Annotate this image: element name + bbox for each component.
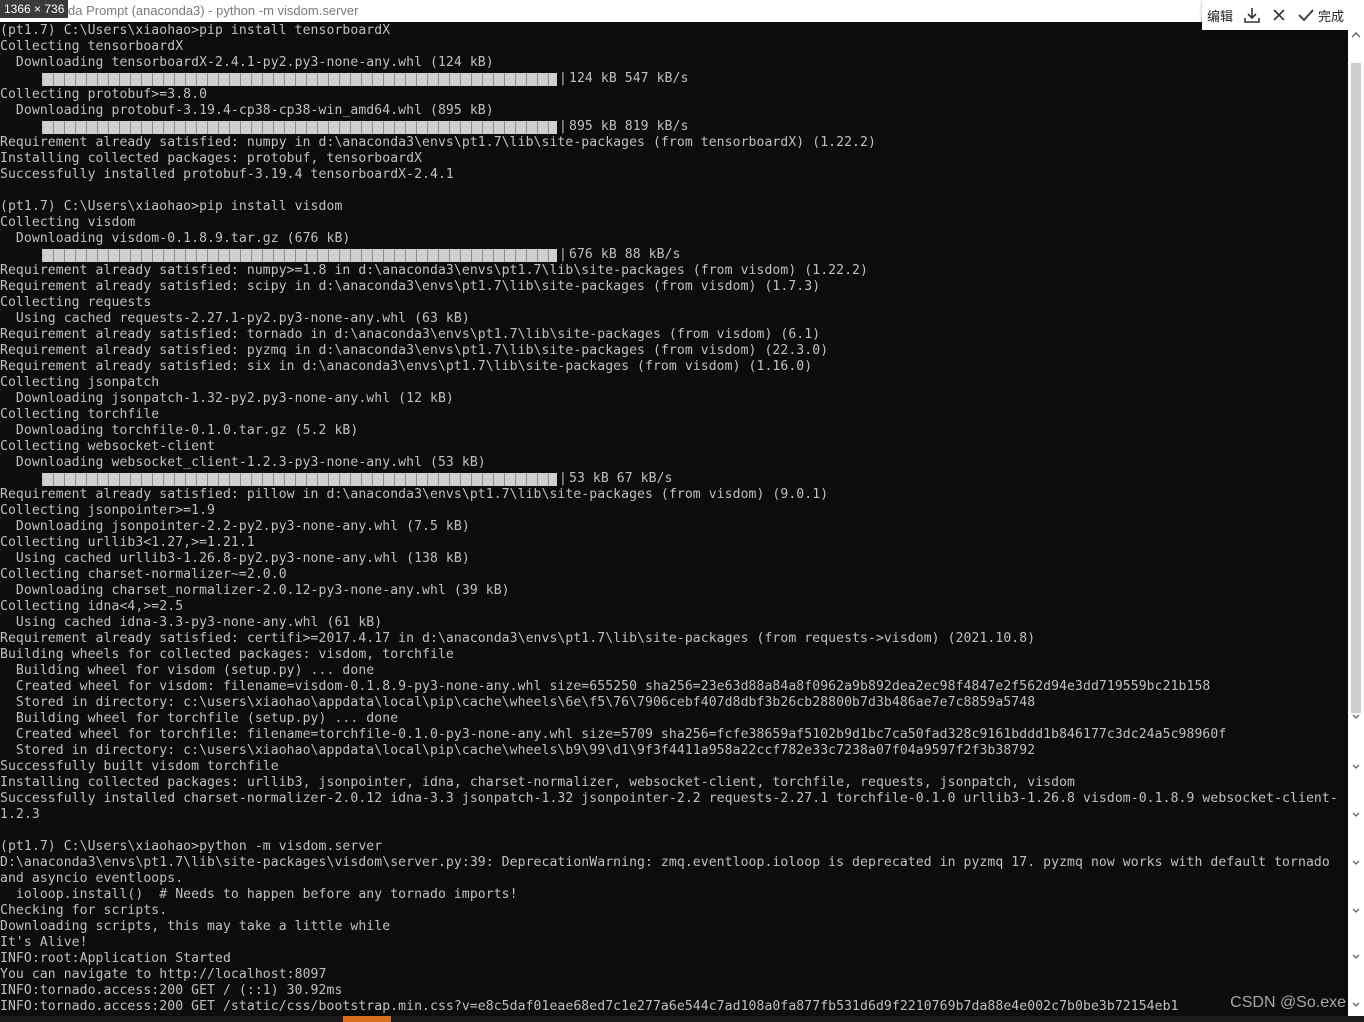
console-line: (pt1.7) C:\Users\xiaohao>pip install ten… [0, 23, 391, 38]
console-line: Requirement already satisfied: pillow in… [0, 487, 829, 502]
console-line: Downloading tensorboardX-2.4.1-py2.py3-n… [0, 55, 494, 70]
scroll-up-button[interactable] [1348, 23, 1364, 39]
progress-line: | 895 kB 819 kB/s [0, 119, 1348, 135]
console-line: Downloading visdom-0.1.8.9.tar.gz (676 k… [0, 231, 351, 246]
download-icon [1244, 8, 1260, 23]
window-title: da Prompt (anaconda3) - python -m visdom… [68, 3, 359, 18]
console-line: Using cached urllib3-1.26.8-py2.py3-none… [0, 551, 470, 566]
console-line: Stored in directory: c:\users\xiaohao\ap… [0, 695, 1036, 710]
progress-line: | 124 kB 547 kB/s [0, 71, 1348, 87]
chevron-up-icon [1351, 32, 1361, 38]
console-line: Collecting requests [0, 295, 152, 310]
console-line: You can navigate to http://localhost:809… [0, 967, 327, 982]
console-line: Collecting urllib3<1.27,>=1.21.1 [0, 535, 255, 550]
console-line: Installing collected packages: urllib3, … [0, 775, 1076, 790]
console-line: Collecting jsonpatch [0, 375, 160, 390]
chevron-down-icon [1352, 764, 1360, 769]
console-line: Collecting websocket-client [0, 439, 216, 454]
console-line: 1.2.3 [0, 807, 40, 822]
console-line: Successfully built visdom torchfile [0, 759, 279, 774]
console-line: Using cached idna-3.3-py3-none-any.whl (… [0, 615, 383, 630]
console-line: ioloop.install() # Needs to happen befor… [0, 887, 518, 902]
progress-bar [42, 248, 557, 262]
progress-bar [42, 72, 557, 86]
progress-stats: 676 kB 88 kB/s [569, 247, 681, 262]
console-line: Requirement already satisfied: scipy in … [0, 279, 821, 294]
chevron-down-icon [1352, 812, 1360, 817]
chevron-down-icon [1352, 954, 1360, 959]
done-label: 完成 [1318, 8, 1345, 24]
console-line: Successfully installed charset-normalize… [0, 791, 1338, 806]
vertical-scrollbar[interactable] [1348, 23, 1364, 1022]
console-line: Downloading jsonpatch-1.32-py2.py3-none-… [0, 391, 454, 406]
console-line: Collecting charset-normalizer~=2.0.0 [0, 567, 287, 582]
console-line: Stored in directory: c:\users\xiaohao\ap… [0, 743, 1036, 758]
console-line: Building wheels for collected packages: … [0, 647, 454, 662]
chevron-down-icon [1352, 860, 1360, 865]
progress-stats: 895 kB 819 kB/s [569, 119, 689, 134]
scroll-down-icon[interactable] [1352, 1001, 1360, 1009]
console-output[interactable]: (pt1.7) C:\Users\xiaohao>pip install ten… [0, 23, 1348, 1022]
checkmark-icon [1298, 9, 1314, 22]
scroll-thumb[interactable] [1351, 63, 1361, 713]
close-icon [1273, 9, 1285, 21]
console-line: Checking for scripts. [0, 903, 168, 918]
progress-bar-end: | [559, 71, 567, 86]
console-line: INFO:root:Application Started [0, 951, 231, 966]
progress-stats: 124 kB 547 kB/s [569, 71, 689, 86]
progress-bar-end: | [559, 247, 567, 262]
console-line: Downloading jsonpointer-2.2-py2.py3-none… [0, 519, 470, 534]
console-line: and asyncio eventloops. [0, 871, 184, 886]
progress-line: | 53 kB 67 kB/s [0, 471, 1348, 487]
console-line: (pt1.7) C:\Users\xiaohao>pip install vis… [0, 199, 343, 214]
taskbar-active-indicator [343, 1016, 391, 1022]
console-line: Requirement already satisfied: six in d:… [0, 359, 813, 374]
console-line: INFO:tornado.access:200 GET /static/css/… [0, 999, 1179, 1014]
console-line: D:\anaconda3\envs\pt1.7\lib\site-package… [0, 855, 1330, 870]
console-line: Requirement already satisfied: numpy in … [0, 135, 876, 150]
progress-stats: 53 kB 67 kB/s [569, 471, 673, 486]
chevron-down-icon [1352, 714, 1360, 719]
console-line: Downloading protobuf-3.19.4-cp38-cp38-wi… [0, 103, 494, 118]
edit-label: 编辑 [1207, 8, 1234, 24]
console-line: Collecting torchfile [0, 407, 160, 422]
console-line: Created wheel for visdom: filename=visdo… [0, 679, 1211, 694]
console-line: It's Alive! [0, 935, 88, 950]
progress-bar-end: | [559, 119, 567, 134]
console-line: Collecting idna<4,>=2.5 [0, 599, 184, 614]
progress-bar [42, 472, 557, 486]
progress-bar-end: | [559, 471, 567, 486]
taskbar-strip [0, 1016, 1364, 1022]
console-line: Downloading scripts, this may take a lit… [0, 919, 391, 934]
console-line: Created wheel for torchfile: filename=to… [0, 727, 1227, 742]
progress-bar [42, 120, 557, 134]
console-line: Successfully installed protobuf-3.19.4 t… [0, 167, 454, 182]
chevron-down-icon [1352, 908, 1360, 913]
console-line: Downloading charset_normalizer-2.0.12-py… [0, 583, 510, 598]
console-line: Using cached requests-2.27.1-py2.py3-non… [0, 311, 470, 326]
console-line: (pt1.7) C:\Users\xiaohao>python -m visdo… [0, 839, 383, 854]
console-line: Installing collected packages: protobuf,… [0, 151, 423, 166]
console-line: Collecting tensorboardX [0, 39, 184, 54]
watermark: CSDN @So.exe [1230, 994, 1346, 1011]
console-line: Requirement already satisfied: numpy>=1.… [0, 263, 868, 278]
window-titlebar: da Prompt (anaconda3) - python -m visdom… [0, 0, 1364, 22]
screenshot-size-badge: 1366 × 736 [0, 0, 69, 18]
console-line: Requirement already satisfied: pyzmq in … [0, 343, 829, 358]
console-line: Downloading websocket_client-1.2.3-py3-n… [0, 455, 486, 470]
console-line: Downloading torchfile-0.1.0.tar.gz (5.2 … [0, 423, 359, 438]
console-line: Collecting jsonpointer>=1.9 [0, 503, 216, 518]
progress-line: | 676 kB 88 kB/s [0, 247, 1348, 263]
console-line: Building wheel for visdom (setup.py) ...… [0, 663, 375, 678]
console-line: Building wheel for torchfile (setup.py) … [0, 711, 399, 726]
console-line: Requirement already satisfied: tornado i… [0, 327, 821, 342]
console-line: INFO:tornado.access:200 GET / (::1) 30.9… [0, 983, 343, 998]
console-line: Requirement already satisfied: certifi>=… [0, 631, 1036, 646]
console-line: Collecting protobuf>=3.8.0 [0, 87, 208, 102]
console-line: Collecting visdom [0, 215, 136, 230]
